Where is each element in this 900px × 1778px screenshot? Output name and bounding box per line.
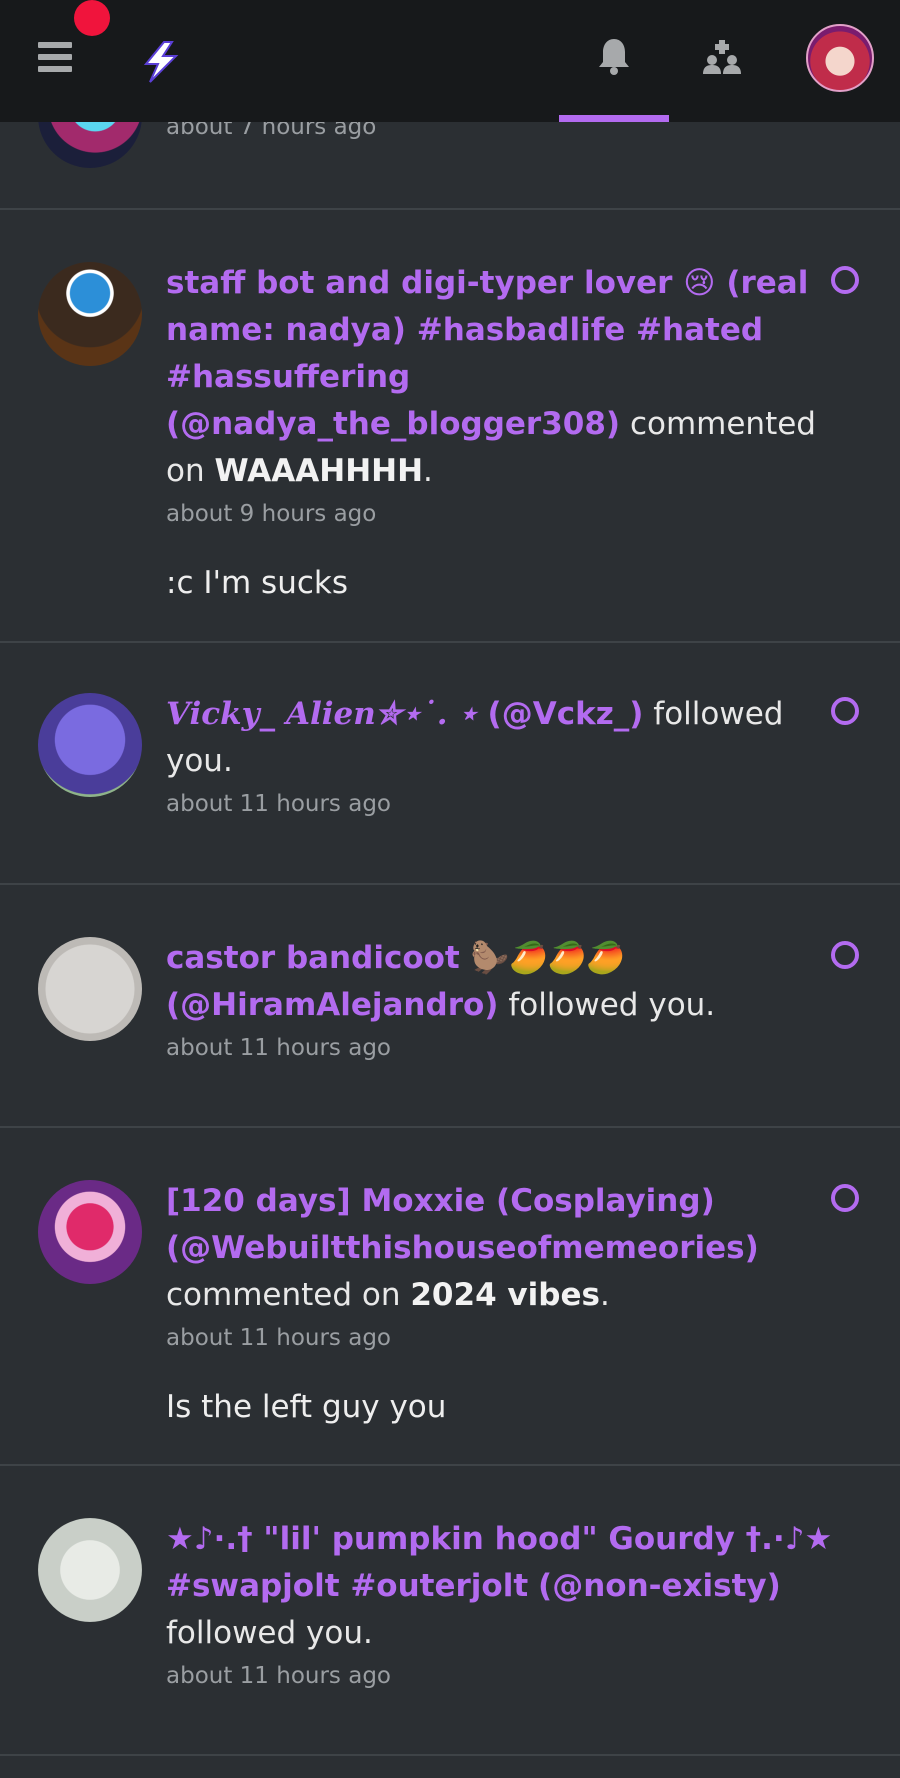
- notification-time: about 11 hours ago: [166, 1325, 391, 1351]
- unread-indicator-icon[interactable]: [831, 941, 859, 969]
- unread-indicator-icon[interactable]: [831, 697, 859, 725]
- notification-time: about 11 hours ago: [166, 1663, 391, 1689]
- punctuation: .: [599, 1277, 610, 1313]
- comment-text: Is the left guy you: [166, 1389, 447, 1425]
- notification-time: about 11 hours ago: [166, 791, 391, 817]
- notification-action: followed you.: [166, 1615, 373, 1651]
- user-name-link[interactable]: Vicky_ Alien✮⋆˙. ⋆: [166, 696, 478, 732]
- notification-time: about 11 hours ago: [166, 1035, 391, 1061]
- unread-indicator-icon[interactable]: [831, 1184, 859, 1212]
- top-navigation-bar: [0, 0, 900, 122]
- user-handle-link[interactable]: (@HiramAlejandro): [166, 987, 498, 1023]
- notification-item[interactable]: Vicky_ Alien✮⋆˙. ⋆ (@Vckz_) followed you…: [0, 641, 900, 885]
- user-handle-link[interactable]: (@Webuiltthishouseofmemeories): [166, 1230, 759, 1266]
- notification-item[interactable]: [120 days] Moxxie (Cosplaying) (@Webuilt…: [0, 1126, 900, 1466]
- user-name-link[interactable]: [120 days] Moxxie (Cosplaying): [166, 1183, 715, 1219]
- notification-item[interactable]: ★♪⋅.† "lil' pumpkin hood" Gourdy †.⋅♪★ #…: [0, 1464, 900, 1756]
- notification-item[interactable]: castor bandicoot 🦫🥭🥭🥭 (@HiramAlejandro) …: [0, 883, 900, 1128]
- avatar[interactable]: [38, 693, 142, 797]
- comment-text: :c I'm sucks: [166, 565, 349, 601]
- hamburger-icon[interactable]: [38, 42, 72, 72]
- user-handle-link[interactable]: (@nadya_the_blogger308): [166, 406, 620, 442]
- user-handle-link[interactable]: (@non-existy): [538, 1568, 781, 1604]
- notification-content: castor bandicoot 🦫🥭🥭🥭 (@HiramAlejandro) …: [166, 935, 856, 1063]
- avatar[interactable]: [806, 24, 874, 92]
- avatar[interactable]: [38, 262, 142, 366]
- post-title-link[interactable]: WAAAHHHH: [214, 453, 423, 489]
- user-name-link[interactable]: staff bot and digi-typer lover 😢 (real n…: [166, 265, 808, 395]
- punctuation: .: [423, 453, 433, 489]
- divider: [0, 1754, 900, 1756]
- bell-icon[interactable]: [596, 36, 632, 76]
- post-title-link[interactable]: 2024 vibes: [410, 1277, 600, 1313]
- user-handle-link[interactable]: (@Vckz_): [488, 696, 644, 732]
- notification-action: followed you.: [508, 987, 716, 1023]
- notification-content: [120 days] Moxxie (Cosplaying) (@Webuilt…: [166, 1178, 856, 1427]
- notification-content: Vicky_ Alien✮⋆˙. ⋆ (@Vckz_) followed you…: [166, 691, 856, 819]
- notification-action: commented on: [166, 1277, 401, 1313]
- notification-content: ★♪⋅.† "lil' pumpkin hood" Gourdy †.⋅♪★ #…: [166, 1516, 856, 1691]
- avatar[interactable]: [38, 1180, 142, 1284]
- avatar[interactable]: [38, 1518, 142, 1622]
- avatar[interactable]: [38, 937, 142, 1041]
- user-name-link[interactable]: castor bandicoot 🦫🥭🥭🥭: [166, 940, 625, 976]
- active-tab-indicator: [559, 115, 669, 122]
- unread-indicator-icon[interactable]: [831, 266, 859, 294]
- notification-item[interactable]: staff bot and digi-typer lover 😢 (real n…: [0, 208, 900, 643]
- notification-time: about 9 hours ago: [166, 501, 377, 527]
- notification-content: staff bot and digi-typer lover 😢 (real n…: [166, 260, 856, 603]
- groups-icon[interactable]: [702, 38, 742, 78]
- lightning-logo-icon[interactable]: [136, 40, 184, 84]
- notification-badge: [74, 0, 110, 36]
